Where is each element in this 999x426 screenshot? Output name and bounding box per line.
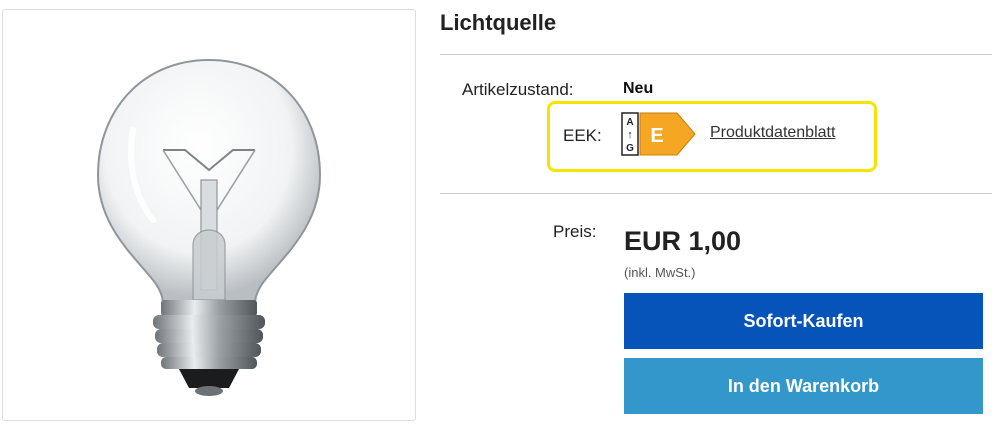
product-datasheet-link[interactable]: Produktdatenblatt <box>710 124 835 142</box>
price-tax-note: (inkl. MwSt.) <box>624 265 696 280</box>
energy-scale-arrow: ↑ <box>627 129 633 141</box>
price-value: EUR 1,00 <box>624 226 742 256</box>
energy-class-badge[interactable]: A ↑ G E <box>621 112 697 158</box>
divider <box>440 193 992 194</box>
energy-scale-bottom: G <box>626 143 634 154</box>
condition-label: Artikelzustand: <box>462 80 574 99</box>
buy-now-button[interactable]: Sofort-Kaufen <box>624 293 983 349</box>
energy-scale-top: A <box>626 117 633 128</box>
price-label: Preis: <box>553 222 597 241</box>
divider <box>440 54 992 55</box>
condition-value: Neu <box>623 80 654 97</box>
light-bulb-image <box>96 58 322 396</box>
add-to-cart-button[interactable]: In den Warenkorb <box>624 358 983 414</box>
product-title: Lichtquelle <box>440 10 557 35</box>
eek-label: EEK: <box>563 126 602 145</box>
product-image[interactable] <box>2 9 416 421</box>
energy-class-letter: E <box>650 125 663 147</box>
energy-class-arrow <box>639 112 696 156</box>
